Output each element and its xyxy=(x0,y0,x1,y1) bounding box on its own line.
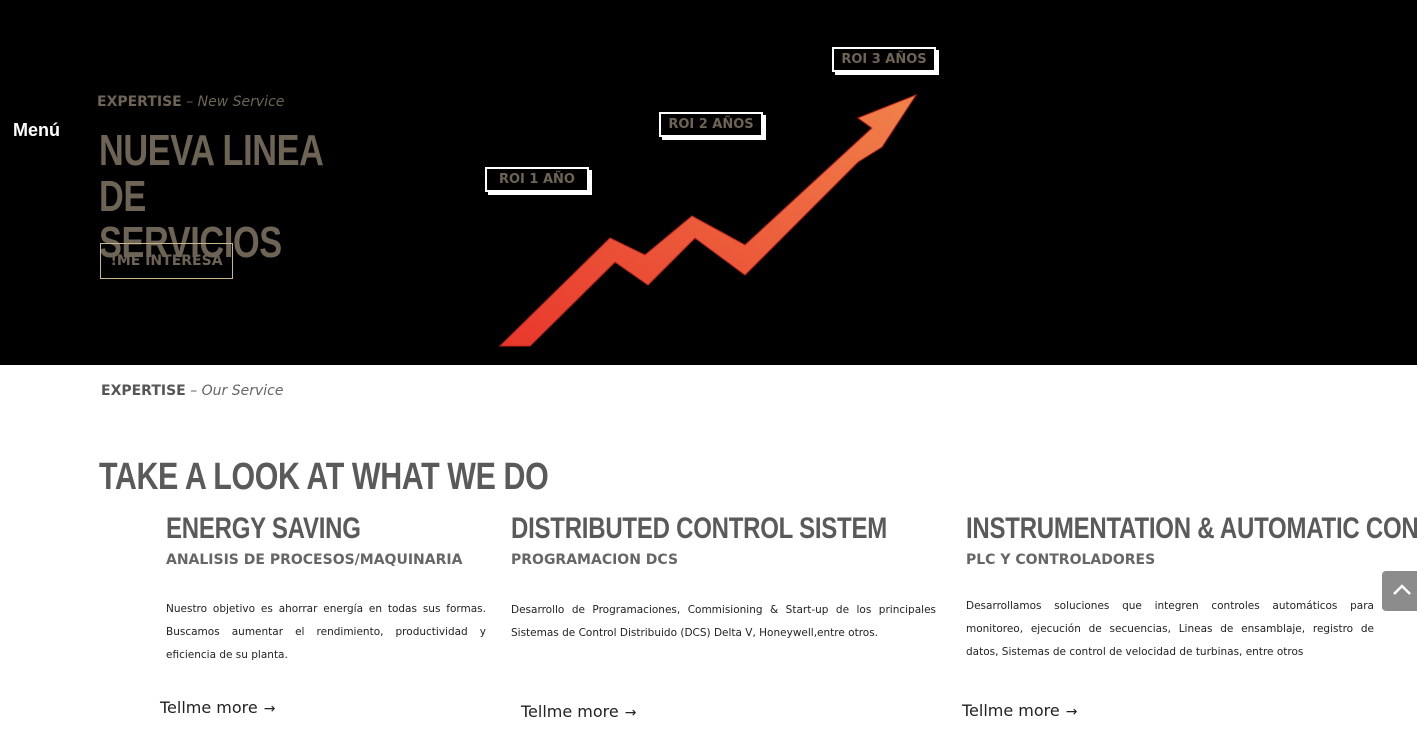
link-label: Tellme more xyxy=(962,701,1060,720)
scroll-to-top-button[interactable] xyxy=(1382,571,1417,611)
card-text: Desarrollamos soluciones que integren co… xyxy=(966,600,1374,658)
chevron-up-icon xyxy=(1393,584,1411,595)
service-card-dcs: DISTRIBUTED CONTROL SISTEM PROGRAMACION … xyxy=(511,512,981,721)
growth-arrow-icon xyxy=(498,93,918,347)
services-kicker-strong: EXPERTISE xyxy=(101,383,186,399)
roi-1-badge[interactable]: ROI 1 AÑO xyxy=(485,167,589,192)
tellme-more-link[interactable]: Tellme more → xyxy=(962,701,1077,720)
card-subtitle: PROGRAMACION DCS xyxy=(511,552,679,568)
arrow-right-icon: → xyxy=(1065,704,1078,720)
card-title: DISTRIBUTED CONTROL SISTEM xyxy=(511,512,887,545)
card-title: INSTRUMENTATION & AUTOMATIC CONTROL xyxy=(966,512,1417,545)
card-text: Nuestro objetivo es ahorrar energía en t… xyxy=(166,603,486,661)
services-kicker-em: Our Service xyxy=(201,383,284,399)
tellme-more-link[interactable]: Tellme more → xyxy=(160,698,275,717)
roi-3-badge[interactable]: ROI 3 AÑOS xyxy=(832,47,936,72)
card-subtitle: PLC Y CONTROLADORES xyxy=(966,552,1156,568)
arrow-right-icon: → xyxy=(624,705,637,721)
card-subtitle: ANALISIS DE PROCESOS/MAQUINARIA xyxy=(166,552,463,568)
roi-2-badge[interactable]: ROI 2 AÑOS xyxy=(659,112,763,137)
link-label: Tellme more xyxy=(521,702,619,721)
card-title: ENERGY SAVING xyxy=(166,512,361,545)
arrow-right-icon: → xyxy=(263,701,276,717)
services-title: TAKE A LOOK AT WHAT WE DO xyxy=(99,456,549,498)
card-text: Desarrollo de Programaciones, Commisioni… xyxy=(511,604,936,639)
service-card-energy: ENERGY SAVING ANALISIS DE PROCESOS/MAQUI… xyxy=(160,512,486,717)
hero-banner: Menú EXPERTISE – New Service NUEVA LINEA… xyxy=(0,0,1417,365)
services-kicker: EXPERTISE – Our Service xyxy=(101,383,284,399)
services-kicker-sep: – xyxy=(185,383,202,399)
tellme-more-link[interactable]: Tellme more → xyxy=(521,702,636,721)
link-label: Tellme more xyxy=(160,698,258,717)
service-card-instrumentation: INSTRUMENTATION & AUTOMATIC CONTROL PLC … xyxy=(962,512,1417,720)
